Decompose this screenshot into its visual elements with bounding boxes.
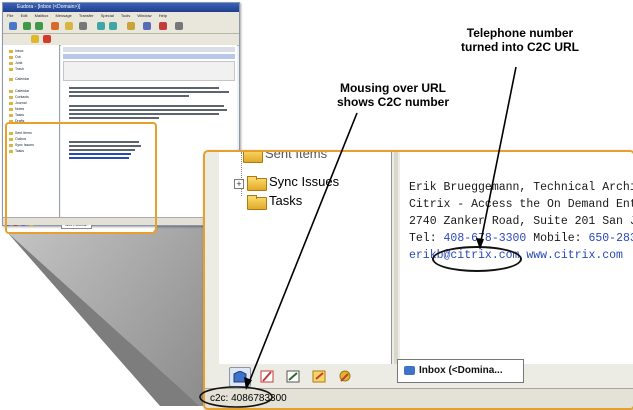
mousing-callout: Mousing over URL shows C2C number xyxy=(328,81,458,109)
telephone-callout: Telephone number turned into C2C URL xyxy=(450,26,590,54)
mousing-callout-line-1: Mousing over URL xyxy=(339,81,446,95)
status-oval xyxy=(199,386,273,408)
telephone-callout-line-2: turned into C2C URL xyxy=(461,40,579,54)
telephone-callout-line-1: Telephone number xyxy=(466,26,574,40)
mousing-callout-line-2: shows C2C number xyxy=(336,95,450,109)
